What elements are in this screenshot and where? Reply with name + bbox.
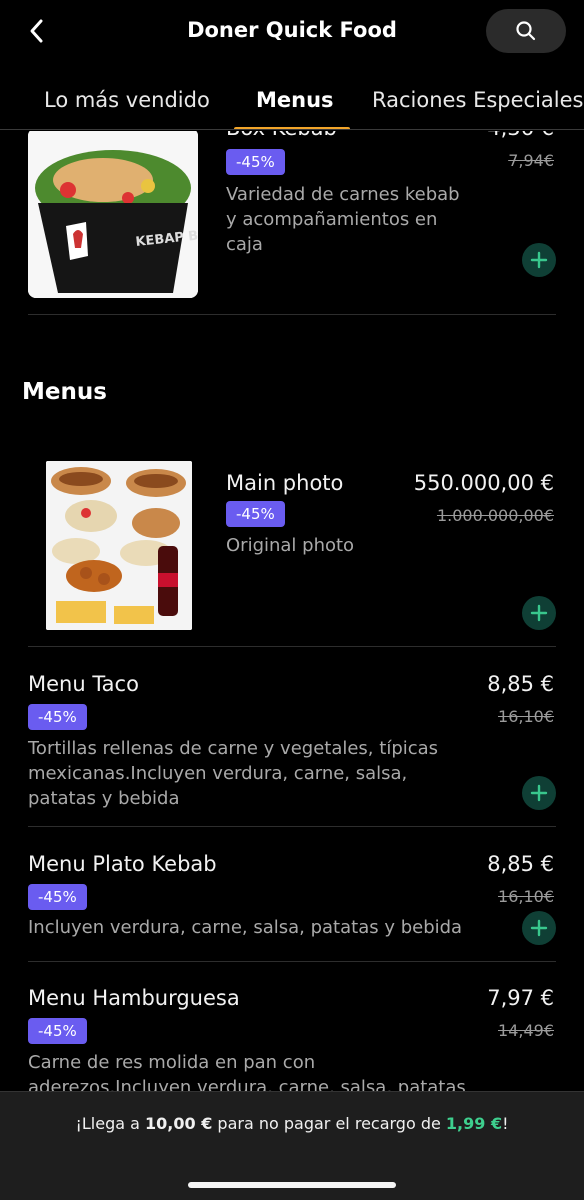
item-old-price: 14,49€ <box>498 1021 554 1040</box>
plus-icon <box>530 919 548 937</box>
list-item-main-photo[interactable]: Main photo 550.000,00 € 1.000.000,00€ -4… <box>28 451 556 647</box>
add-button[interactable] <box>522 911 556 945</box>
list-item-box-kebab[interactable]: KEBAP BOX Box Kebab 4,36 € 7,94€ -45% Va… <box>28 131 556 315</box>
search-icon <box>516 21 536 41</box>
category-tabs: Lo más vendido Menus Raciones Especiales <box>0 76 584 130</box>
delivery-fee-banner: ¡Llega a 10,00 € para no pagar el recarg… <box>0 1091 584 1200</box>
active-tab-indicator <box>234 127 350 129</box>
item-description: Variedad de carnes kebab y acompañamient… <box>226 184 460 255</box>
item-name: Box Kebab <box>226 131 337 140</box>
food-collage-image <box>46 461 192 630</box>
app-header: Doner Quick Food <box>0 0 584 64</box>
discount-badge: -45% <box>28 704 87 730</box>
item-price: 550.000,00 € <box>413 471 554 495</box>
item-old-price: 1.000.000,00€ <box>436 506 554 525</box>
list-item-menu-plato-kebab[interactable]: Menu Plato Kebab 8,85 € 16,10€ -45% Incl… <box>28 827 556 962</box>
tab-menus[interactable]: Menus <box>256 88 334 112</box>
item-old-price: 7,94€ <box>508 151 554 170</box>
add-button[interactable] <box>522 596 556 630</box>
plus-icon <box>530 251 548 269</box>
home-indicator[interactable] <box>188 1182 396 1188</box>
add-button[interactable] <box>522 776 556 810</box>
main-photo-image <box>46 461 192 630</box>
item-name: Menu Plato Kebab <box>28 852 217 876</box>
list-item-menu-hamburguesa[interactable]: Menu Hamburguesa 7,97 € 14,49€ -45% Carn… <box>28 962 556 1091</box>
item-price: 8,85 € <box>487 852 554 876</box>
discount-badge: -45% <box>28 884 87 910</box>
item-price: 8,85 € <box>487 672 554 696</box>
search-button[interactable] <box>486 9 566 53</box>
discount-badge: -45% <box>226 501 285 527</box>
item-name: Menu Hamburguesa <box>28 986 240 1010</box>
tab-lo-mas-vendido[interactable]: Lo más vendido <box>44 88 210 112</box>
list-item-menu-taco[interactable]: Menu Taco 8,85 € 16,10€ -45% Tortillas r… <box>28 647 556 827</box>
plus-icon <box>530 604 548 622</box>
item-price: 4,36 € <box>487 131 554 140</box>
item-name: Main photo <box>226 471 344 495</box>
delivery-fee-message: ¡Llega a 10,00 € para no pagar el recarg… <box>75 1114 509 1133</box>
kebab-box-image: KEBAP BOX <box>28 131 198 298</box>
item-old-price: 16,10€ <box>498 887 554 906</box>
item-description: Carne de res molida en pan con aderezos.… <box>28 1052 466 1091</box>
plus-icon <box>530 784 548 802</box>
section-title-menus: Menus <box>22 379 107 405</box>
tab-raciones-especiales[interactable]: Raciones Especiales <box>372 88 583 112</box>
item-price: 7,97 € <box>487 986 554 1010</box>
add-button[interactable] <box>522 243 556 277</box>
discount-badge: -45% <box>226 149 285 175</box>
item-description: Incluyen verdura, carne, salsa, patatas … <box>28 917 463 938</box>
box-kebab-photo: KEBAP BOX <box>28 131 198 298</box>
item-old-price: 16,10€ <box>498 707 554 726</box>
divider <box>28 314 556 315</box>
item-description: Original photo <box>226 535 355 556</box>
item-name: Menu Taco <box>28 672 139 696</box>
discount-badge: -45% <box>28 1018 87 1044</box>
item-description: Tortillas rellenas de carne y vegetales,… <box>28 738 439 809</box>
menu-list[interactable]: KEBAP BOX Box Kebab 4,36 € 7,94€ -45% Va… <box>0 131 584 1091</box>
